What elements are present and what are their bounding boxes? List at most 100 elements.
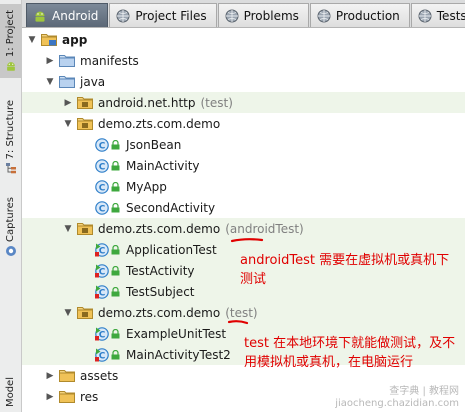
captures-tool-label: Captures xyxy=(5,197,16,242)
lock-icon xyxy=(111,329,120,339)
tab-android-label: Android xyxy=(52,8,99,23)
folder-icon xyxy=(59,54,75,67)
chevron-down-icon[interactable]: ▼ xyxy=(26,35,38,45)
watermark-url: jiaocheng.chazidian.com xyxy=(335,398,459,409)
captures-tool-tab[interactable]: Captures xyxy=(0,194,21,260)
package-unit-test-tag: (test) xyxy=(225,305,258,320)
tab-tests[interactable]: Tests xyxy=(410,3,465,27)
test-class-icon xyxy=(95,264,109,278)
tab-tests-label: Tests xyxy=(436,8,465,23)
test-class-label: TestSubject xyxy=(126,284,195,299)
structure-tool-tab[interactable]: 7: Structure xyxy=(0,96,21,178)
chevron-down-icon[interactable]: ▼ xyxy=(44,77,56,87)
lock-icon xyxy=(111,203,120,213)
lock-icon xyxy=(111,161,120,171)
tree-node-app-label: app xyxy=(62,32,88,47)
test-class-label: MainActivityTest2 xyxy=(126,347,231,362)
module-folder-icon xyxy=(41,33,57,46)
watermark-title: 查字典 | 教程网 xyxy=(389,386,459,397)
package-icon xyxy=(77,306,93,319)
class-label: MainActivity xyxy=(126,158,200,173)
package-android-test-tag: (androidTest) xyxy=(225,221,304,236)
class-icon xyxy=(95,159,109,173)
tree-node-res-label: res xyxy=(80,389,99,404)
test-class-icon xyxy=(95,243,109,257)
lock-icon xyxy=(111,182,120,192)
project-tool-label: 1: Project xyxy=(5,9,16,58)
android-icon xyxy=(33,9,47,23)
tab-production-label: Production xyxy=(335,8,400,23)
tab-production[interactable]: Production xyxy=(309,3,410,27)
lock-icon xyxy=(111,350,120,360)
watermark: 查字典 | 教程网 jiaocheng.chazidian.com xyxy=(335,386,459,410)
tree-node-assets-label: assets xyxy=(80,368,119,383)
project-tool-tab[interactable]: 1: Project xyxy=(0,4,21,78)
model-tool-tab[interactable]: Model xyxy=(0,372,21,412)
tree-node-java[interactable]: ▼ java xyxy=(22,71,465,92)
globe-icon xyxy=(418,9,432,23)
class-icon xyxy=(95,201,109,215)
package-http-label: android.net.http xyxy=(98,95,196,110)
tool-window-strip: 1: Project 7: Structure Captures Model xyxy=(0,0,22,412)
chevron-right-icon[interactable]: ▶ xyxy=(44,392,56,402)
structure-icon xyxy=(5,163,16,174)
tab-problems[interactable]: Problems xyxy=(217,3,309,27)
class-icon xyxy=(95,138,109,152)
package-android-test-label: demo.zts.com.demo xyxy=(98,221,221,236)
tree-node-class[interactable]: SecondActivity xyxy=(22,197,465,218)
tree-node-package-android-test[interactable]: ▼ demo.zts.com.demo (androidTest) xyxy=(22,218,465,239)
tab-problems-label: Problems xyxy=(243,8,299,23)
package-http-tag: (test) xyxy=(200,95,233,110)
tree-node-manifests-label: manifests xyxy=(80,53,139,68)
unit-test-annotation: test 在本地环境下就能做测试，及不用模拟机或真机，在电脑运行 xyxy=(244,336,456,370)
tree-node-java-label: java xyxy=(80,74,106,89)
tree-node-package-http[interactable]: ▶ android.net.http (test) xyxy=(22,92,465,113)
tree-node-class[interactable]: MainActivity xyxy=(22,155,465,176)
globe-icon xyxy=(317,9,331,23)
test-class-icon xyxy=(95,348,109,362)
package-icon xyxy=(77,96,93,109)
android-test-annotation: androidTest 需要在虚拟机或真机下测试 xyxy=(240,253,450,287)
chevron-down-icon[interactable]: ▼ xyxy=(62,119,74,129)
captures-icon xyxy=(5,245,16,256)
test-class-label: ApplicationTest xyxy=(126,242,217,257)
tab-project-files-label: Project Files xyxy=(135,8,207,23)
tree-node-package-main[interactable]: ▼ demo.zts.com.demo xyxy=(22,113,465,134)
package-unit-test-label: demo.zts.com.demo xyxy=(98,305,221,320)
chevron-down-icon[interactable]: ▼ xyxy=(62,224,74,234)
folder-icon xyxy=(59,75,75,88)
folder-icon xyxy=(59,390,75,403)
class-label: JsonBean xyxy=(126,137,182,152)
class-icon xyxy=(95,180,109,194)
tree-node-class[interactable]: MyApp xyxy=(22,176,465,197)
tree-node-manifests[interactable]: ▶ manifests xyxy=(22,50,465,71)
package-main-label: demo.zts.com.demo xyxy=(98,116,221,131)
chevron-right-icon[interactable]: ▶ xyxy=(62,98,74,108)
chevron-right-icon[interactable]: ▶ xyxy=(44,371,56,381)
android-icon xyxy=(5,60,17,72)
package-icon xyxy=(77,117,93,130)
tree-node-app[interactable]: ▼ app xyxy=(22,29,465,50)
globe-icon xyxy=(116,9,130,23)
globe-icon xyxy=(225,9,239,23)
test-class-icon xyxy=(95,327,109,341)
model-tool-label: Model xyxy=(5,376,16,408)
lock-icon xyxy=(111,266,120,276)
test-class-label: ExampleUnitTest xyxy=(126,326,227,341)
test-class-icon xyxy=(95,285,109,299)
chevron-right-icon[interactable]: ▶ xyxy=(44,56,56,66)
tab-android[interactable]: Android xyxy=(26,3,109,27)
tab-project-files[interactable]: Project Files xyxy=(109,3,217,27)
chevron-down-icon[interactable]: ▼ xyxy=(62,308,74,318)
lock-icon xyxy=(111,245,120,255)
structure-tool-label: 7: Structure xyxy=(5,99,16,160)
tree-node-package-unit-test[interactable]: ▼ demo.zts.com.demo (test) xyxy=(22,302,465,323)
class-label: SecondActivity xyxy=(126,200,216,215)
lock-icon xyxy=(111,287,120,297)
class-label: MyApp xyxy=(126,179,167,194)
package-icon xyxy=(77,222,93,235)
folder-icon xyxy=(59,369,75,382)
test-class-label: TestActivity xyxy=(126,263,195,278)
tree-node-class[interactable]: JsonBean xyxy=(22,134,465,155)
lock-icon xyxy=(111,140,120,150)
